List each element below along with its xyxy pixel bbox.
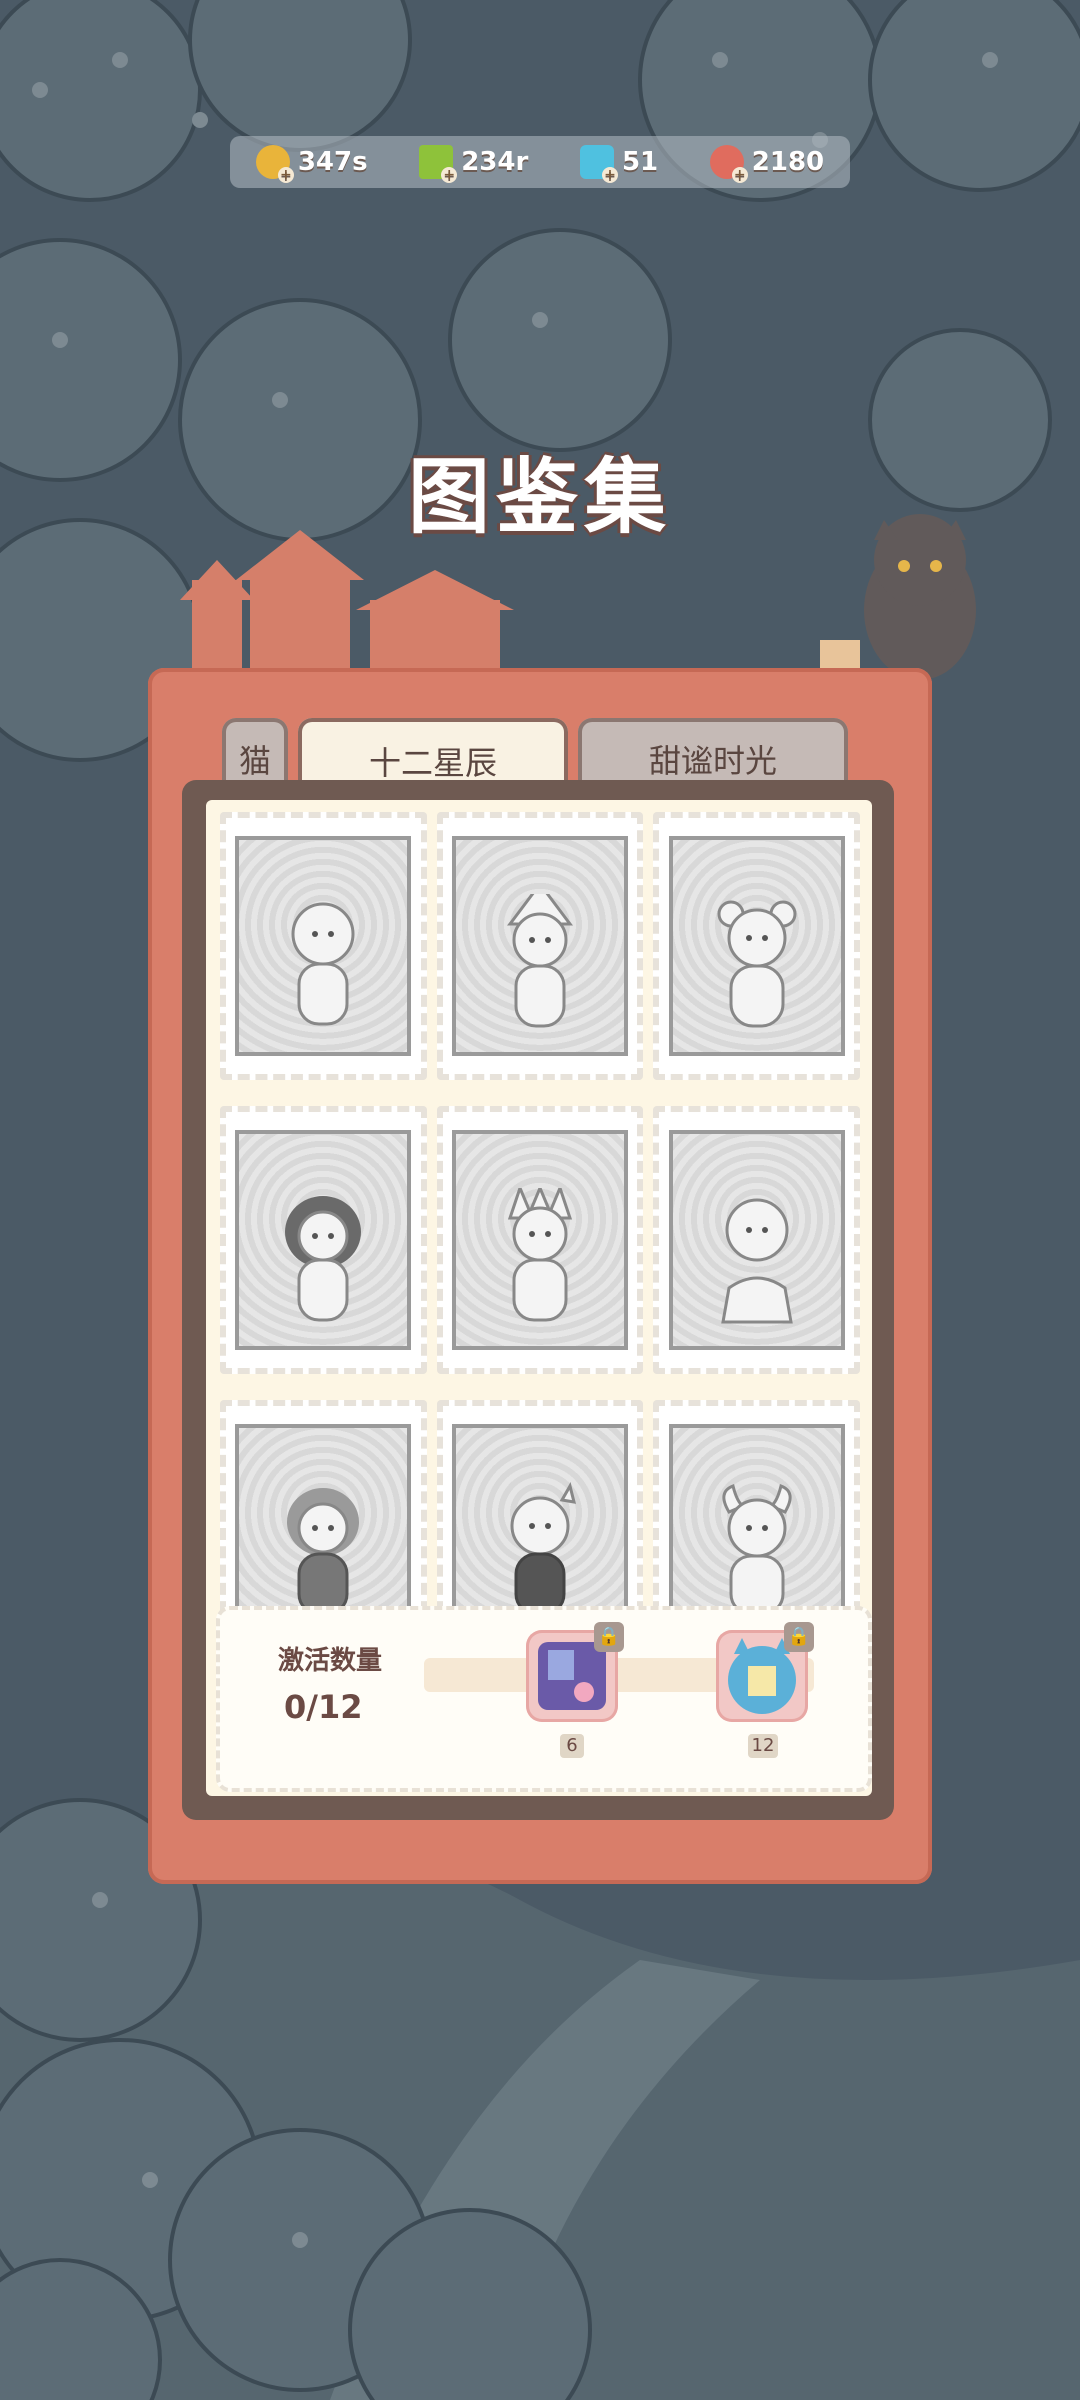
currency-bar: + 347s + 234r + 51 + 2180: [230, 136, 850, 188]
girl-figure-icon: [507, 1188, 573, 1322]
reward-milestone-6: 6: [560, 1734, 584, 1758]
plus-icon: +: [441, 167, 458, 183]
tab-twelve-zodiac-label: 十二星辰: [368, 744, 497, 782]
plus-icon: +: [601, 167, 618, 183]
reward-12-cat-frame[interactable]: 🔒: [716, 1622, 814, 1722]
energy-currency[interactable]: + 234r: [419, 145, 529, 183]
activation-count-label: 激活数量: [278, 1646, 383, 1676]
lock-icon: 🔒: [594, 1622, 624, 1652]
zodiac-card-6[interactable]: [653, 1106, 860, 1374]
locked-portrait: [668, 836, 845, 1056]
red-shell-icon: +: [709, 145, 748, 183]
reward-6-starry-room[interactable]: 🔒: [526, 1622, 624, 1722]
lock-icon: 🔒: [784, 1622, 814, 1652]
reward-milestone-12: 12: [748, 1734, 778, 1758]
page-title: 图鉴集: [407, 450, 672, 545]
tab-sweet-time-label: 甜谧时光: [648, 742, 777, 780]
gold-coin-currency[interactable]: + 347s: [255, 145, 368, 183]
blue-gem-icon: +: [579, 145, 618, 183]
gem-currency[interactable]: + 51: [579, 145, 659, 183]
girl-figure-icon: [720, 1198, 793, 1324]
zodiac-card-2[interactable]: [436, 812, 644, 1080]
girl-figure-icon: [291, 902, 355, 1026]
zodiac-card-3[interactable]: [653, 812, 860, 1080]
gold-coin-icon: +: [255, 145, 294, 183]
gem-value: 51: [621, 147, 659, 177]
energy-bolt-icon: +: [419, 145, 458, 183]
zodiac-card-4[interactable]: [220, 1106, 427, 1374]
girl-figure-icon: [287, 1488, 360, 1616]
activation-count-value: 0/12: [284, 1688, 363, 1726]
locked-portrait: [668, 1130, 845, 1350]
girl-figure-icon: [717, 900, 797, 1028]
locked-portrait: [451, 836, 628, 1056]
girl-figure-icon: [722, 1484, 792, 1616]
card-grid: [220, 812, 860, 1668]
energy-value: 234r: [461, 147, 529, 177]
tab-cats-label: 猫: [238, 742, 271, 780]
locked-portrait: [235, 1130, 412, 1350]
girl-figure-icon: [510, 1482, 576, 1616]
zodiac-card-5[interactable]: [436, 1106, 644, 1374]
shell-value: 2180: [751, 147, 825, 177]
plus-icon: +: [277, 167, 294, 183]
shell-currency[interactable]: + 2180: [709, 145, 825, 183]
locked-portrait: [451, 1130, 628, 1350]
plus-icon: +: [731, 167, 748, 183]
girl-figure-icon: [285, 1196, 362, 1322]
gold-coin-value: 347s: [297, 147, 368, 177]
girl-figure-icon: [506, 894, 573, 1028]
locked-portrait: [235, 836, 412, 1056]
zodiac-card-1[interactable]: [220, 812, 427, 1080]
